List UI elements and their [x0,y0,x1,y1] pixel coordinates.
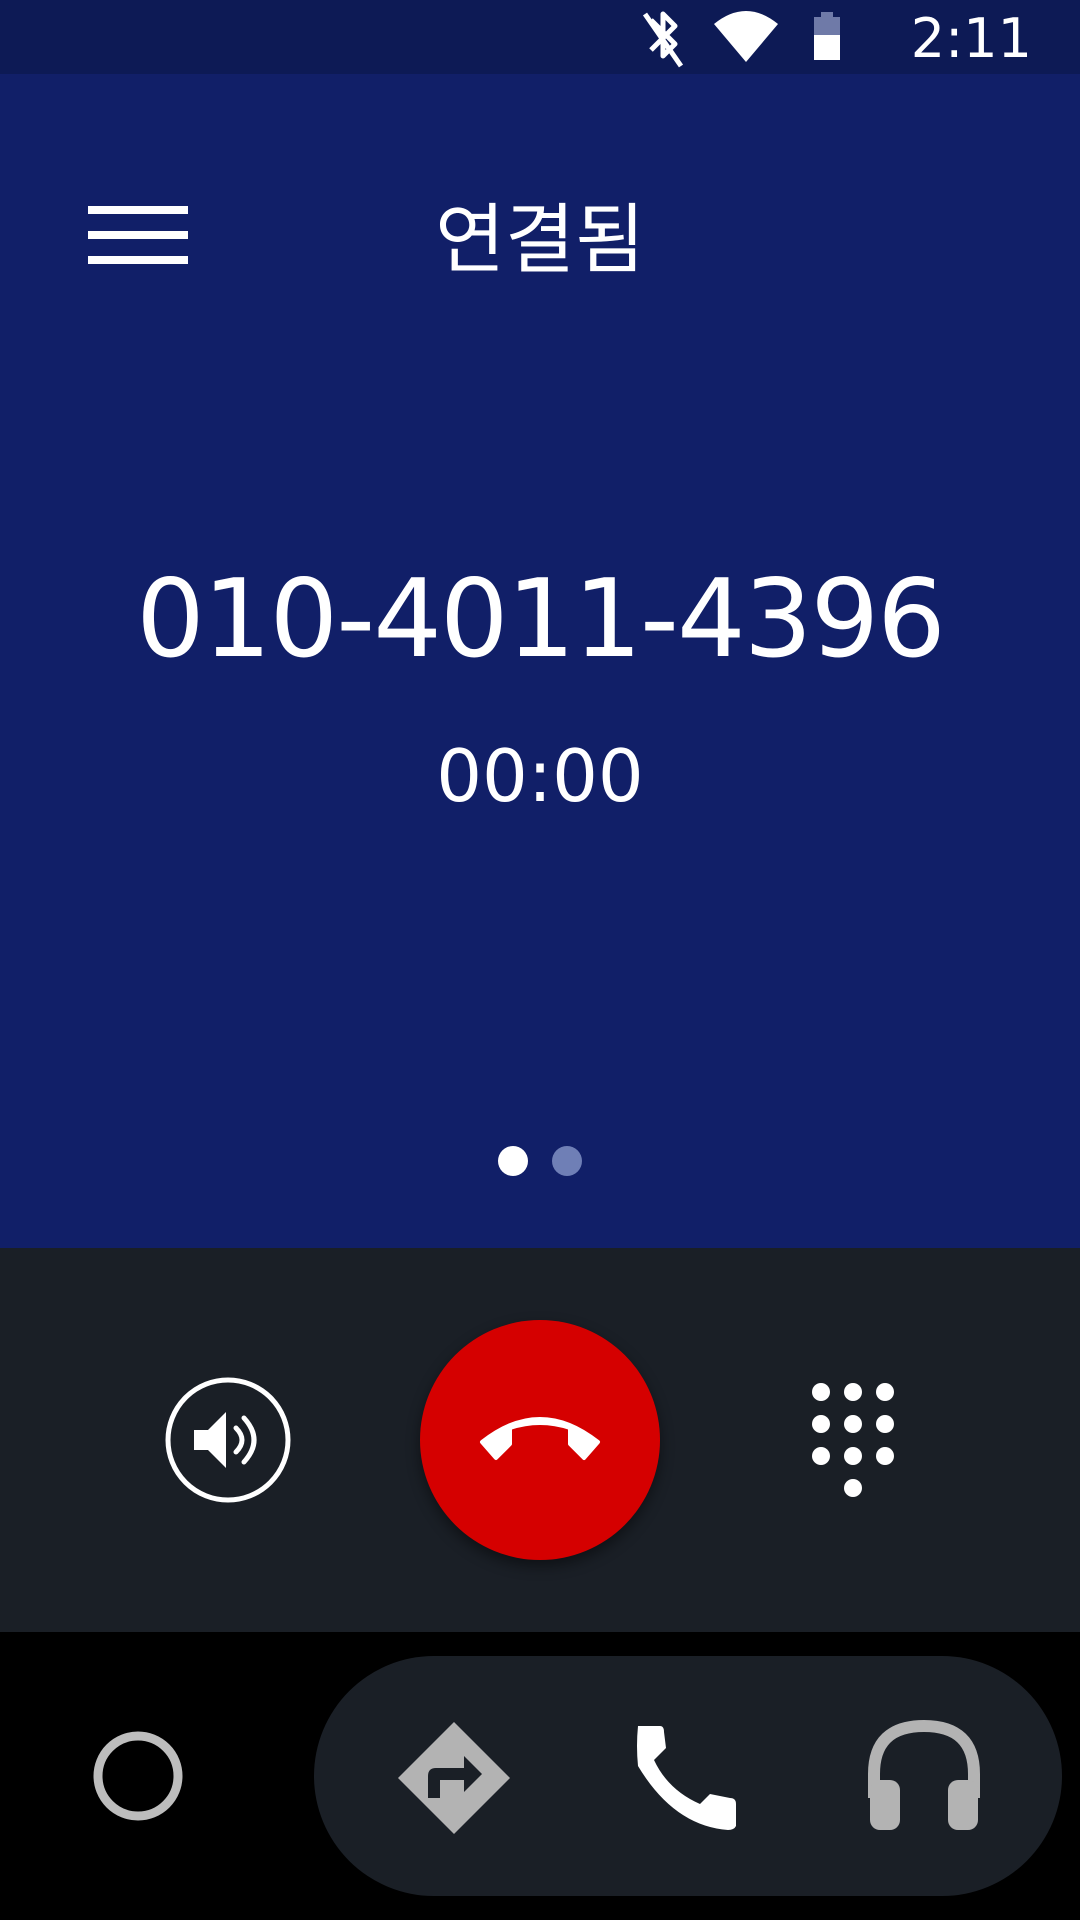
music-headphones-icon [868,1719,980,1830]
wifi-icon [714,11,778,62]
hamburger-menu-icon [88,206,188,264]
bluetooth-off-icon [642,11,684,68]
speaker-icon [165,1377,291,1503]
dialpad-icon [812,1383,894,1497]
speaker-button[interactable] [164,1376,292,1504]
battery-icon [814,12,840,60]
navigation-button[interactable] [394,1718,514,1838]
status-time: 2:11 [910,7,1032,70]
end-call-button[interactable] [420,1320,660,1560]
home-icon [93,1731,183,1821]
phone-icon [637,1726,736,1830]
status-bar: 2:11 [0,0,1080,74]
page-indicator-dot-active[interactable] [498,1146,528,1176]
phone-app-button[interactable] [630,1718,750,1838]
menu-button[interactable] [72,196,192,286]
music-app-button[interactable] [864,1718,984,1838]
navigation-icon [398,1722,510,1834]
home-button[interactable] [92,1730,184,1822]
dialpad-button[interactable] [800,1376,910,1506]
phone-number: 010-4011-4396 [136,557,946,682]
end-call-icon [480,1417,600,1460]
page-indicator-dot[interactable] [552,1146,582,1176]
call-duration: 00:00 [436,734,644,818]
call-status: 연결됨 [435,195,645,284]
